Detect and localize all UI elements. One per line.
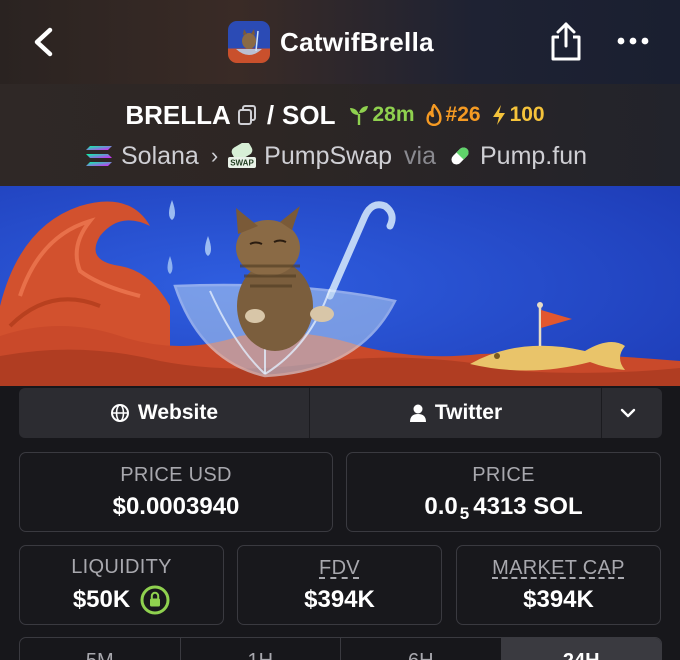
svg-text:SWAP: SWAP — [230, 159, 254, 168]
pair-row: BRELLA / SOL 28m #26 100 — [0, 98, 680, 132]
pair-separator: / — [266, 99, 275, 130]
links-bar: Website Twitter — [19, 388, 662, 438]
liquidity-value-row: $50K — [73, 585, 170, 615]
flame-icon — [425, 104, 442, 126]
tab-6h[interactable]: 6H — [341, 638, 502, 660]
price-native-value: 0.0 5 4313 SOL — [424, 492, 583, 523]
twitter-label: Twitter — [434, 401, 503, 424]
base-symbol: BRELLA — [125, 99, 231, 130]
price-native-label: PRICE — [472, 463, 535, 486]
market-cap-box: MARKET CAP $394K — [456, 545, 661, 625]
token-banner-image — [0, 186, 680, 386]
top-bar: CatwifBrella — [0, 0, 680, 84]
tab-5m[interactable]: 5M — [20, 638, 181, 660]
liquidity-value: $50K — [72, 585, 131, 613]
chain-name[interactable]: Solana — [121, 142, 199, 171]
solana-icon — [85, 146, 112, 166]
launchpad-name[interactable]: Pump.fun — [480, 142, 587, 171]
market-cap-value: $394K — [523, 585, 594, 613]
quote-symbol: SOL — [282, 99, 336, 130]
dex-name[interactable]: PumpSwap — [264, 142, 392, 171]
seedling-icon — [349, 106, 368, 125]
pill-icon — [451, 147, 469, 165]
token-title: CatwifBrella — [228, 20, 434, 64]
timeframe-tabs: 5M 1H 6H 24H — [19, 637, 662, 660]
more-links-button[interactable] — [602, 388, 662, 438]
pumpswap-icon: SWAP — [228, 143, 257, 168]
twitter-button[interactable]: Twitter — [310, 388, 602, 438]
token-avatar — [228, 21, 270, 63]
copy-icon[interactable] — [237, 104, 257, 126]
fdv-value: $394K — [304, 585, 375, 613]
chain-row: Solana › SWAP PumpSwap via Pump.fun — [0, 138, 680, 174]
liquidity-box: LIQUIDITY $50K — [19, 545, 224, 625]
boost-badge: 100 — [491, 103, 545, 127]
chevron-down-icon — [620, 408, 636, 418]
tab-1h[interactable]: 1H — [181, 638, 341, 660]
share-icon[interactable] — [548, 20, 584, 62]
fdv-label[interactable]: FDV — [319, 557, 360, 580]
liquidity-label: LIQUIDITY — [71, 555, 172, 578]
tab-24h[interactable]: 24H — [501, 638, 661, 660]
website-button[interactable]: Website — [19, 388, 310, 438]
trending-rank-badge: #26 — [425, 103, 481, 127]
chevron-left-icon[interactable] — [26, 24, 62, 60]
price-usd-value: $0.0003940 — [112, 492, 240, 520]
more-horizontal-icon[interactable] — [616, 34, 650, 48]
market-cap-label[interactable]: MARKET CAP — [492, 557, 625, 580]
price-usd-label: PRICE USD — [120, 463, 232, 486]
price-usd-box: PRICE USD $0.0003940 — [19, 452, 333, 532]
fdv-box: FDV $394K — [237, 545, 442, 625]
app-title: CatwifBrella — [280, 26, 434, 57]
pair-header: BRELLA / SOL 28m #26 100 Solana › SWAP P… — [0, 84, 680, 186]
age-badge: 28m — [348, 103, 415, 127]
chevron-right-icon: › — [210, 143, 219, 168]
lock-icon[interactable] — [140, 585, 170, 615]
globe-icon — [110, 404, 129, 422]
via-label: via — [404, 141, 436, 170]
zero-count-subscript: 5 — [459, 503, 470, 523]
user-icon — [409, 404, 426, 422]
lightning-icon — [492, 105, 505, 125]
price-native-box: PRICE 0.0 5 4313 SOL — [346, 452, 661, 532]
website-label: Website — [137, 401, 219, 424]
